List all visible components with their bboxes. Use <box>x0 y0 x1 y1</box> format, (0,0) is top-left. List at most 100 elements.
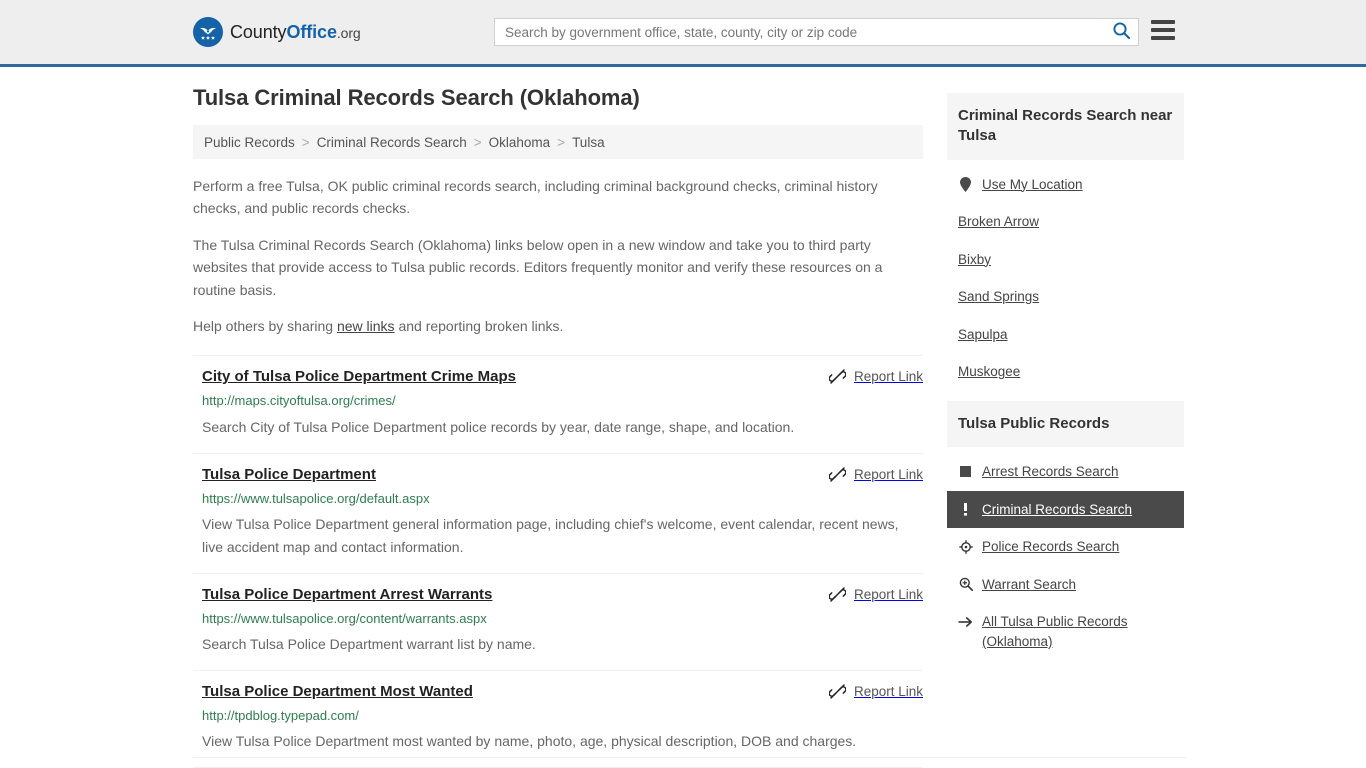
intro-paragraph-2: The Tulsa Criminal Records Search (Oklah… <box>193 236 883 298</box>
site-header: CountyOffice.org <box>0 0 1366 67</box>
report-link-button[interactable]: Report Link <box>828 368 923 385</box>
result-item: Tulsa Police Department Most Wanted Repo… <box>193 671 923 768</box>
sidebar-nearby-title: Criminal Records Search near Tulsa <box>947 93 1184 160</box>
breadcrumb-separator: > <box>473 134 482 150</box>
report-link-label: Report Link <box>853 586 923 602</box>
arrow-right-icon <box>958 613 973 630</box>
intro-paragraph-1: Perform a free Tulsa, OK public criminal… <box>193 178 878 217</box>
crosshair-icon <box>958 538 973 555</box>
result-description: View Tulsa Police Department most wanted… <box>202 733 857 750</box>
logo-text-county: County <box>230 21 287 42</box>
page-title: Tulsa Criminal Records Search (Oklahoma) <box>193 85 640 110</box>
report-link-label: Report Link <box>853 683 923 699</box>
breadcrumb-separator: > <box>557 134 566 150</box>
result-item: Tulsa Police Department Arrest Warrants … <box>193 574 923 671</box>
result-url: http://tpdblog.typepad.com/ <box>202 707 359 723</box>
map-pin-icon <box>958 176 973 193</box>
sidebar-link-label[interactable]: Use My Location <box>982 175 1083 195</box>
search-icon <box>1112 21 1131 43</box>
result-header: City of Tulsa Police Department Crime Ma… <box>193 368 923 386</box>
sidebar-public-records-box: Tulsa Public Records Arrest Records Sear… <box>947 400 1184 661</box>
site-logo[interactable]: CountyOffice.org <box>193 17 361 47</box>
sidebar-public-records-title: Tulsa Public Records <box>947 400 1184 448</box>
sidebar-item-criminal-records-search[interactable]: Criminal Records Search <box>947 490 1184 529</box>
breadcrumb-item-tulsa: Tulsa <box>572 134 605 150</box>
sidebar-item-all-tulsa-public-records[interactable]: All Tulsa Public Records (Oklahoma) <box>947 603 1184 660</box>
search-bar[interactable] <box>494 18 1139 46</box>
intro-text-before-link: Help others by sharing <box>193 317 337 334</box>
sidebar-item-arrest-records-search[interactable]: Arrest Records Search <box>947 453 1184 491</box>
breadcrumb: Public Records > Criminal Records Search… <box>193 125 923 159</box>
result-url: https://www.tulsapolice.org/default.aspx <box>202 490 430 506</box>
sidebar-link-label[interactable]: All Tulsa Public Records (Oklahoma) <box>982 612 1173 651</box>
breadcrumb-separator: > <box>301 134 310 150</box>
result-item: City of Tulsa Police Department Crime Ma… <box>193 355 923 454</box>
logo-text-org: .org <box>336 24 361 41</box>
sidebar-item-broken-arrow[interactable]: Broken Arrow <box>947 203 1184 241</box>
logo-text: CountyOffice.org <box>230 22 361 43</box>
broken-link-icon <box>828 586 846 603</box>
result-url: http://maps.cityoftulsa.org/crimes/ <box>202 393 396 409</box>
result-title-link[interactable]: Tulsa Police Department <box>193 466 376 484</box>
sidebar-link-label[interactable]: Warrant Search <box>982 575 1076 595</box>
sidebar-item-warrant-search[interactable]: Warrant Search <box>947 566 1184 604</box>
result-header: Tulsa Police Department Most Wanted Repo… <box>193 683 923 701</box>
sidebar-item-police-records-search[interactable]: Police Records Search <box>947 528 1184 566</box>
sidebar-item-sand-springs[interactable]: Sand Springs <box>947 278 1184 316</box>
hamburger-bar <box>1151 36 1175 40</box>
sidebar-item-bixby[interactable]: Bixby <box>947 241 1184 279</box>
broken-link-icon <box>828 466 846 483</box>
breadcrumb-item-oklahoma[interactable]: Oklahoma <box>489 135 551 150</box>
sidebar-public-records-list: Arrest Records Search Criminal Records S… <box>947 447 1184 660</box>
report-link-button[interactable]: Report Link <box>828 586 923 603</box>
hamburger-bar <box>1151 28 1175 32</box>
intro-text-after-link: and reporting broken links. <box>394 317 564 334</box>
result-title-link[interactable]: Tulsa Police Department Arrest Warrants <box>193 586 492 604</box>
sidebar-link-label[interactable]: Sapulpa <box>958 325 1008 345</box>
intro-section: Perform a free Tulsa, OK public criminal… <box>193 175 923 337</box>
result-description: Search City of Tulsa Police Department p… <box>202 418 795 435</box>
sidebar-item-muskogee[interactable]: Muskogee <box>947 353 1184 391</box>
result-title-link[interactable]: City of Tulsa Police Department Crime Ma… <box>193 368 516 386</box>
footer-divider <box>193 757 1186 758</box>
result-title-link[interactable]: Tulsa Police Department Most Wanted <box>193 683 473 701</box>
report-link-label: Report Link <box>853 369 923 385</box>
intro-paragraph-3: Help others by sharing new links and rep… <box>193 315 923 337</box>
eagle-shield-icon <box>193 17 223 47</box>
hamburger-menu-icon[interactable] <box>1151 20 1175 40</box>
sidebar-link-label[interactable]: Bixby <box>958 250 991 270</box>
sidebar: Criminal Records Search near Tulsa Use M… <box>947 85 1184 768</box>
new-links-link[interactable]: new links <box>337 318 395 334</box>
result-header: Tulsa Police Department Arrest Warrants … <box>193 586 923 604</box>
magnifier-plus-icon <box>958 576 973 593</box>
result-item: Tulsa Police Department Report Link http… <box>193 454 923 574</box>
sidebar-nearby-list: Use My Location Broken Arrow Bixby Sand … <box>947 160 1184 391</box>
sidebar-link-label[interactable]: Muskogee <box>958 362 1020 382</box>
sidebar-link-label[interactable]: Criminal Records Search <box>982 500 1132 520</box>
sidebar-link-label[interactable]: Sand Springs <box>958 287 1039 307</box>
sidebar-nearby-box: Criminal Records Search near Tulsa Use M… <box>947 93 1184 391</box>
exclamation-icon <box>958 501 973 518</box>
filled-square-icon <box>958 463 973 480</box>
sidebar-link-label[interactable]: Broken Arrow <box>958 212 1039 232</box>
report-link-button[interactable]: Report Link <box>828 683 923 700</box>
result-description: Search Tulsa Police Department warrant l… <box>202 636 536 653</box>
sidebar-link-label[interactable]: Police Records Search <box>982 537 1119 557</box>
main-content: Tulsa Criminal Records Search (Oklahoma)… <box>193 85 923 768</box>
breadcrumb-item-public-records[interactable]: Public Records <box>204 135 295 150</box>
sidebar-item-sapulpa[interactable]: Sapulpa <box>947 316 1184 354</box>
results-list: City of Tulsa Police Department Crime Ma… <box>193 355 923 768</box>
logo-text-office: Office <box>286 21 337 42</box>
search-button[interactable] <box>1104 19 1138 45</box>
result-header: Tulsa Police Department Report Link <box>193 466 923 484</box>
sidebar-link-label[interactable]: Arrest Records Search <box>982 462 1119 482</box>
breadcrumb-item-criminal-records-search[interactable]: Criminal Records Search <box>317 135 467 150</box>
search-input[interactable] <box>495 19 1104 45</box>
report-link-button[interactable]: Report Link <box>828 466 923 483</box>
hamburger-bar <box>1151 20 1175 24</box>
broken-link-icon <box>828 368 846 385</box>
sidebar-item-use-my-location[interactable]: Use My Location <box>947 166 1184 204</box>
result-description: View Tulsa Police Department general inf… <box>202 516 899 555</box>
result-url: https://www.tulsapolice.org/content/warr… <box>202 610 487 626</box>
broken-link-icon <box>828 683 846 700</box>
